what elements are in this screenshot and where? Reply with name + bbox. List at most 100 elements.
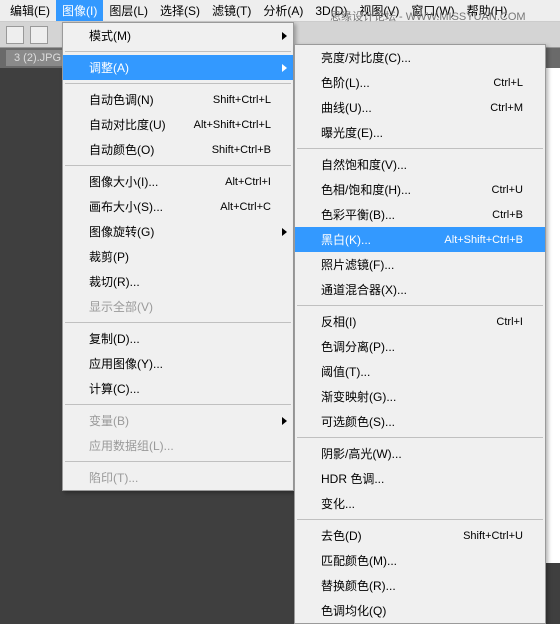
adjust-menu-item[interactable]: 色调分离(P)...	[295, 334, 545, 359]
adjust-menu-item[interactable]: 亮度/对比度(C)...	[295, 45, 545, 70]
menu-item-label: 可选颜色(S)...	[321, 413, 395, 430]
menu-separator	[65, 322, 291, 323]
image-menu-item[interactable]: 调整(A)	[63, 55, 293, 80]
image-menu-item[interactable]: 裁剪(P)	[63, 244, 293, 269]
adjust-menu-item[interactable]: 阈值(T)...	[295, 359, 545, 384]
menu-item-label: 复制(D)...	[89, 330, 140, 347]
menu-item-label: 模式(M)	[89, 27, 131, 44]
menu-item-label: 阴影/高光(W)...	[321, 445, 402, 462]
menu-item-label: 色相/饱和度(H)...	[321, 181, 411, 198]
menu-separator	[297, 519, 543, 520]
menu-item-shortcut: Ctrl+M	[490, 102, 523, 114]
menu-item-label: 曲线(U)...	[321, 99, 372, 116]
adjust-menu-item[interactable]: 自然饱和度(V)...	[295, 152, 545, 177]
menubar-item[interactable]: 图像(I)	[56, 0, 103, 21]
menu-item-label: 显示全部(V)	[89, 298, 153, 315]
menu-separator	[297, 148, 543, 149]
image-menu-item[interactable]: 自动颜色(O) Shift+Ctrl+B	[63, 137, 293, 162]
menu-item-label: 应用数据组(L)...	[89, 437, 174, 454]
menu-item-label: 色调分离(P)...	[321, 338, 395, 355]
image-menu-item[interactable]: 应用图像(Y)...	[63, 351, 293, 376]
menu-item-shortcut: Alt+Shift+Ctrl+L	[194, 119, 271, 131]
menu-item-shortcut: Alt+Shift+Ctrl+B	[444, 234, 523, 246]
menubar-item[interactable]: 编辑(E)	[4, 0, 56, 21]
menu-item-shortcut: Ctrl+B	[492, 209, 523, 221]
adjust-menu-item[interactable]: 反相(I) Ctrl+I	[295, 309, 545, 334]
menu-separator	[65, 404, 291, 405]
menu-item-shortcut: Ctrl+L	[493, 77, 523, 89]
watermark-text: 思缘设计论坛 - WWW.MISSYUAN.COM	[330, 8, 526, 24]
menu-item-label: 裁切(R)...	[89, 273, 140, 290]
image-menu-item: 显示全部(V)	[63, 294, 293, 319]
adjust-menu-item[interactable]: 替换颜色(R)...	[295, 573, 545, 598]
document-tab[interactable]: 3 (2).JPG	[6, 50, 69, 66]
menu-item-label: 图像大小(I)...	[89, 173, 158, 190]
adjust-menu-item[interactable]: 色调均化(Q)	[295, 598, 545, 623]
adjust-menu-item[interactable]: 可选颜色(S)...	[295, 409, 545, 434]
image-menu-item[interactable]: 自动色调(N)Shift+Ctrl+L	[63, 87, 293, 112]
image-menu-item[interactable]: 图像大小(I)... Alt+Ctrl+I	[63, 169, 293, 194]
menu-item-label: 陷印(T)...	[89, 469, 138, 486]
menu-item-shortcut: Ctrl+U	[492, 184, 523, 196]
menu-separator	[65, 461, 291, 462]
submenu-arrow-icon	[282, 64, 287, 72]
menu-item-label: 自然饱和度(V)...	[321, 156, 407, 173]
menu-item-label: 去色(D)	[321, 527, 362, 544]
tool-button[interactable]	[6, 26, 24, 44]
menu-item-label: 画布大小(S)...	[89, 198, 163, 215]
menu-item-shortcut: Alt+Ctrl+I	[225, 176, 271, 188]
adjust-menu-item[interactable]: 阴影/高光(W)...	[295, 441, 545, 466]
menu-item-label: 色调均化(Q)	[321, 602, 386, 619]
menu-item-shortcut: Shift+Ctrl+L	[213, 94, 271, 106]
menu-item-label: 图像旋转(G)	[89, 223, 154, 240]
image-menu-item: 陷印(T)...	[63, 465, 293, 490]
menu-item-shortcut: Shift+Ctrl+B	[212, 144, 271, 156]
tool-button[interactable]	[30, 26, 48, 44]
submenu-arrow-icon	[282, 32, 287, 40]
menubar-item[interactable]: 滤镜(T)	[206, 0, 257, 21]
adjust-menu-item[interactable]: 色相/饱和度(H)... Ctrl+U	[295, 177, 545, 202]
image-menu-item[interactable]: 计算(C)...	[63, 376, 293, 401]
adjust-menu-item[interactable]: 黑白(K)...Alt+Shift+Ctrl+B	[295, 227, 545, 252]
menubar-item[interactable]: 分析(A)	[257, 0, 309, 21]
adjust-menu-item[interactable]: 色阶(L)...Ctrl+L	[295, 70, 545, 95]
adjust-menu-item[interactable]: 通道混合器(X)...	[295, 277, 545, 302]
adjust-menu-item[interactable]: 去色(D) Shift+Ctrl+U	[295, 523, 545, 548]
image-menu-item: 变量(B)	[63, 408, 293, 433]
menu-separator	[65, 83, 291, 84]
image-menu-item[interactable]: 裁切(R)...	[63, 269, 293, 294]
menu-item-label: 色彩平衡(B)...	[321, 206, 395, 223]
menu-item-label: 计算(C)...	[89, 380, 140, 397]
menubar-item[interactable]: 选择(S)	[154, 0, 206, 21]
adjust-menu-item[interactable]: 匹配颜色(M)...	[295, 548, 545, 573]
adjust-menu-item[interactable]: HDR 色调...	[295, 466, 545, 491]
image-menu-dropdown: 模式(M) 调整(A) 自动色调(N)Shift+Ctrl+L 自动对比度(U) Alt…	[62, 22, 294, 491]
menu-item-label: 渐变映射(G)...	[321, 388, 396, 405]
adjust-menu-item[interactable]: 色彩平衡(B)... Ctrl+B	[295, 202, 545, 227]
image-menu-item[interactable]: 复制(D)...	[63, 326, 293, 351]
menu-separator	[297, 305, 543, 306]
menu-item-label: 自动对比度(U)	[89, 116, 166, 133]
menu-separator	[297, 437, 543, 438]
submenu-arrow-icon	[282, 228, 287, 236]
adjust-menu-item[interactable]: 渐变映射(G)...	[295, 384, 545, 409]
image-menu-item[interactable]: 自动对比度(U) Alt+Shift+Ctrl+L	[63, 112, 293, 137]
menu-item-label: 变量(B)	[89, 412, 129, 429]
menu-item-label: 通道混合器(X)...	[321, 281, 407, 298]
menubar-item[interactable]: 图层(L)	[103, 0, 154, 21]
adjust-menu-item[interactable]: 曲线(U)... Ctrl+M	[295, 95, 545, 120]
menu-item-label: 自动颜色(O)	[89, 141, 154, 158]
menu-item-shortcut: Ctrl+I	[496, 316, 523, 328]
adjust-menu-item[interactable]: 变化...	[295, 491, 545, 516]
menu-item-shortcut: Shift+Ctrl+U	[463, 530, 523, 542]
menu-item-label: 变化...	[321, 495, 355, 512]
menu-item-label: 应用图像(Y)...	[89, 355, 163, 372]
menu-item-label: 裁剪(P)	[89, 248, 129, 265]
menu-item-label: 反相(I)	[321, 313, 356, 330]
image-menu-item[interactable]: 模式(M)	[63, 23, 293, 48]
image-menu-item[interactable]: 画布大小(S)...Alt+Ctrl+C	[63, 194, 293, 219]
adjust-menu-item[interactable]: 曝光度(E)...	[295, 120, 545, 145]
image-menu-item[interactable]: 图像旋转(G)	[63, 219, 293, 244]
menu-item-label: 调整(A)	[89, 59, 129, 76]
adjust-menu-item[interactable]: 照片滤镜(F)...	[295, 252, 545, 277]
